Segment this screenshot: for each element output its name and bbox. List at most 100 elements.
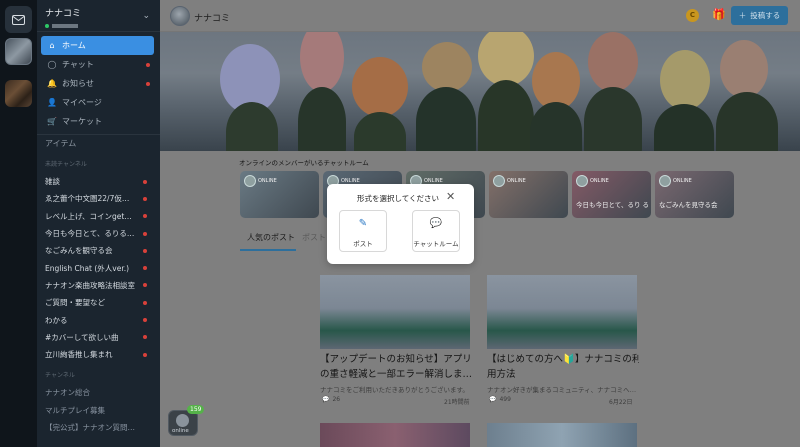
online-rooms-label: オンラインのメンバーがいるチャットルーム [239, 159, 369, 167]
sidebar-item-3[interactable]: 👤 マイページ [41, 93, 154, 112]
online-count-badge: 159 [187, 405, 205, 414]
chat-room-card[interactable]: ONLINE [489, 171, 568, 218]
comment-icon: 💬 [489, 396, 497, 403]
unread-dot [143, 352, 147, 357]
post-card-desc: ナナオン好きが集まるコミュニティ、ナナコミへ… [487, 386, 637, 394]
channel-item[interactable]: 【完公式】ナナオン質問… [37, 419, 160, 436]
server-rail [0, 0, 37, 447]
unread-dot [143, 335, 147, 340]
server-icon-other[interactable] [5, 80, 32, 107]
post-card-image[interactable] [320, 275, 470, 349]
community-banner [160, 32, 800, 151]
unread-dot [143, 179, 147, 184]
post-card-image[interactable] [487, 275, 637, 349]
option-post-label: ポスト [353, 240, 373, 248]
online-tag: ONLINE [493, 175, 526, 187]
server-icon-nanakomi[interactable] [5, 38, 32, 65]
post-card-comments: 💬 26 [322, 396, 341, 403]
home-icon: ⌂ [49, 41, 55, 50]
post-card-title[interactable]: 【アップデートのお知らせ】アプリ の重さ軽減と一部エラー解消しま… [320, 352, 472, 382]
chat-room-card[interactable]: ONLINE 今日も今日とて、るり るりしちゃう会 [572, 171, 651, 218]
sidebar-item-2[interactable]: 🔔 お知らせ [41, 74, 154, 93]
cart-icon: 🛒 [47, 117, 57, 126]
sidebar-item-4[interactable]: 🛒 マーケット [41, 112, 154, 131]
community-header[interactable]: ナナコミ ⌄ [37, 0, 160, 32]
sidebar-item-items[interactable]: アイテム [37, 134, 160, 152]
channel-label: 今日も今日とて、るりる… [45, 229, 135, 239]
channel-label: レベル上げ、コインget… [45, 211, 132, 221]
sidebar-item-label: チャット [62, 60, 94, 69]
unread-channels-caption: 未読チャンネル [45, 161, 87, 168]
notification-dot [146, 81, 150, 86]
room-avatar [576, 175, 588, 187]
unread-dot [143, 196, 147, 201]
unread-dot [143, 266, 147, 271]
option-post-button[interactable]: ✎ ポスト [339, 210, 387, 252]
channel-label: ナナオン楽曲攻略法相談室 [45, 280, 135, 290]
online-members-widget[interactable]: online 159 [168, 405, 205, 436]
sidebar: ナナコミ ⌄ ⌂ ホーム ◯ チャット 🔔 お知らせ 👤 マイページ 🛒 マーケット アイテム 未… [37, 0, 160, 447]
online-label: online [172, 428, 189, 434]
channel-label: ゑ之蕾个中文圏22/7仮… [45, 194, 130, 204]
online-avatar [176, 414, 189, 427]
post-card-image[interactable] [487, 423, 637, 447]
post-type-modal: 形式を選択してください ✕ ✎ ポスト 💬 チャットルーム [327, 184, 474, 264]
option-chatroom-button[interactable]: 💬 チャットルーム [412, 210, 460, 252]
community-title: ナナコミ [194, 14, 231, 24]
channel-item[interactable]: ご質問・要望など [37, 294, 160, 311]
channel-item[interactable]: わかる [37, 311, 160, 328]
option-chatroom-label: チャットルーム [413, 240, 459, 248]
channel-item[interactable]: ナナオン総合 [37, 384, 160, 401]
channel-item[interactable]: #カバーして欲しい曲 [37, 329, 160, 346]
channel-label: 【完公式】ナナオン質問… [45, 423, 135, 432]
channel-item[interactable]: 雑談 [37, 173, 160, 190]
sidebar-item-0[interactable]: ⌂ ホーム [41, 36, 154, 55]
tab-popular-posts[interactable]: 人気のポスト [247, 232, 295, 243]
channel-item[interactable]: マルチプレイ募集 [37, 402, 160, 419]
tab-posts[interactable]: ポスト [302, 232, 326, 243]
mail-button[interactable] [5, 6, 32, 33]
post-button[interactable]: ＋ 投稿する [731, 6, 788, 25]
channel-label: 立川絢香推し集まれ [45, 350, 113, 360]
comment-icon: 💬 [322, 396, 330, 403]
channel-item[interactable]: English Chat (外人ver.) [37, 259, 160, 276]
sidebar-item-label: ホーム [62, 41, 86, 50]
channel-list: ナナオン総合マルチプレイ募集【完公式】ナナオン質問… [37, 384, 160, 436]
close-icon[interactable]: ✕ [446, 190, 455, 203]
top-bar: ナナコミ C 🎁 ＋ 投稿する [160, 0, 800, 32]
channel-item[interactable]: 立川絢香推し集まれ [37, 346, 160, 363]
gift-icon[interactable]: 🎁 [712, 8, 726, 21]
chat-icon: ◯ [47, 60, 57, 69]
channel-item[interactable]: 今日も今日とて、るりる… [37, 225, 160, 242]
channel-item[interactable]: レベル上げ、コインget… [37, 208, 160, 225]
post-card-title[interactable]: 【はじめての方へ🔰】ナナコミの利 用方法 [487, 352, 639, 382]
chat-room-card[interactable]: ONLINE [240, 171, 319, 218]
chat-room-title: なごみんを見守る会 [659, 201, 718, 209]
chat-room-card[interactable]: ONLINE なごみんを見守る会 [655, 171, 734, 218]
room-avatar [244, 175, 256, 187]
channel-label: ナナオン総合 [45, 388, 90, 398]
post-card-date: 6月22日 [609, 399, 633, 406]
chat-room-title: 今日も今日とて、るり るりしちゃう会 [576, 201, 648, 209]
post-card-image[interactable] [320, 423, 470, 447]
channel-item[interactable]: なごみんを観守る会 [37, 242, 160, 259]
user-icon: 👤 [47, 98, 57, 107]
online-tag: ONLINE [244, 175, 277, 187]
channel-label: マルチプレイ募集 [45, 405, 105, 415]
modal-title: 形式を選択してください [357, 194, 440, 203]
sidebar-item-label: マーケット [62, 117, 102, 126]
sidebar-item-1[interactable]: ◯ チャット [41, 55, 154, 74]
coin-icon[interactable]: C [686, 9, 699, 22]
post-card-comments: 💬 499 [489, 396, 511, 403]
channel-label: なごみんを観守る会 [45, 246, 113, 256]
channel-label: #カバーして欲しい曲 [45, 332, 119, 342]
community-avatar[interactable] [170, 6, 190, 26]
unread-dot [143, 231, 147, 236]
channel-item[interactable]: ゑ之蕾个中文圏22/7仮… [37, 190, 160, 207]
bell-icon: 🔔 [47, 79, 57, 88]
pencil-icon: ✎ [358, 218, 368, 229]
sidebar-item-label: お知らせ [62, 79, 94, 88]
post-card-desc: ナナコミをご利用いただきありがとうございます。 [320, 386, 469, 394]
chevron-down-icon[interactable]: ⌄ [142, 11, 150, 21]
channel-item[interactable]: ナナオン楽曲攻略法相談室 [37, 277, 160, 294]
